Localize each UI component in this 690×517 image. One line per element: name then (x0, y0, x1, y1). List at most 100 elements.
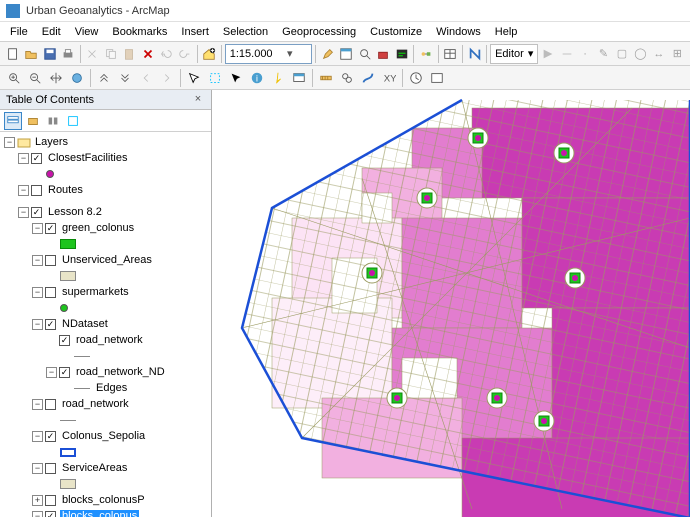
zoom-in-button[interactable] (4, 68, 24, 88)
open-button[interactable] (22, 44, 39, 64)
layer-blocks-colonus-p[interactable]: blocks_colonusP (60, 494, 147, 506)
menu-bookmarks[interactable]: Bookmarks (106, 24, 173, 40)
layer-closestfacilities[interactable]: ClosestFacilities (46, 152, 129, 164)
expand-icon[interactable]: − (32, 223, 43, 234)
edit-tool-7[interactable]: ↔ (650, 44, 667, 64)
layer-blocks-colonus[interactable]: blocks_colonus (60, 510, 139, 517)
layer-checkbox[interactable] (45, 255, 56, 266)
toc-root[interactable]: Layers (33, 136, 70, 148)
scale-dropdown-icon[interactable]: ▾ (273, 47, 307, 60)
goto-xy-button[interactable]: XY (379, 68, 399, 88)
expand-icon[interactable]: − (32, 431, 43, 442)
menu-selection[interactable]: Selection (217, 24, 274, 40)
undo-button[interactable] (158, 44, 175, 64)
identify-button[interactable]: i (247, 68, 267, 88)
print-button[interactable] (59, 44, 76, 64)
save-button[interactable] (41, 44, 58, 64)
layer-road-network-2[interactable]: road_network (60, 398, 131, 410)
layer-supermarkets[interactable]: supermarkets (60, 286, 131, 298)
new-button[interactable] (4, 44, 21, 64)
toc-tab-source[interactable] (24, 112, 42, 130)
hyperlink-button[interactable] (268, 68, 288, 88)
edit-tool-5[interactable]: ▢ (613, 44, 630, 64)
toc-tab-drawing-order[interactable] (4, 112, 22, 130)
pan-button[interactable] (46, 68, 66, 88)
edit-tool-1[interactable] (539, 44, 556, 64)
paste-button[interactable] (121, 44, 138, 64)
layer-checkbox[interactable] (31, 185, 42, 196)
map-canvas[interactable] (212, 90, 690, 517)
layer-checkbox[interactable] (45, 319, 56, 330)
add-data-button[interactable] (200, 44, 217, 64)
layer-checkbox[interactable] (45, 463, 56, 474)
menu-customize[interactable]: Customize (364, 24, 428, 40)
expand-icon[interactable]: − (4, 137, 15, 148)
layer-unserviced[interactable]: Unserviced_Areas (60, 254, 154, 266)
expand-icon[interactable]: − (32, 511, 43, 517)
model-builder-button[interactable] (417, 44, 434, 64)
expand-icon[interactable]: − (32, 287, 43, 298)
table-button[interactable] (441, 44, 458, 64)
full-extent-button[interactable] (67, 68, 87, 88)
edit-tool-8[interactable]: ⊞ (669, 44, 686, 64)
layer-checkbox[interactable] (59, 367, 70, 378)
expand-icon[interactable]: − (32, 399, 43, 410)
menu-insert[interactable]: Insert (175, 24, 215, 40)
expand-icon[interactable]: − (32, 463, 43, 474)
html-popup-button[interactable] (289, 68, 309, 88)
menu-view[interactable]: View (69, 24, 105, 40)
edit-tool-3[interactable]: · (576, 44, 593, 64)
scale-input[interactable]: 1:15.000 ▾ (225, 44, 312, 64)
delete-button[interactable] (139, 44, 156, 64)
fixed-zoom-out-button[interactable] (115, 68, 135, 88)
editor-toolbar-button[interactable] (319, 44, 336, 64)
clear-selection-button[interactable] (205, 68, 225, 88)
layer-checkbox[interactable] (31, 153, 42, 164)
menu-geoprocessing[interactable]: Geoprocessing (276, 24, 362, 40)
layer-green-colonus[interactable]: green_colonus (60, 222, 136, 234)
redo-button[interactable] (176, 44, 193, 64)
fixed-zoom-in-button[interactable] (94, 68, 114, 88)
expand-icon[interactable]: − (18, 207, 29, 218)
layer-checkbox[interactable] (59, 335, 70, 346)
edit-tool-2[interactable] (558, 44, 575, 64)
expand-icon[interactable]: − (18, 153, 29, 164)
expand-icon[interactable]: − (32, 319, 43, 330)
layer-road-network-nd[interactable]: road_network_ND (74, 366, 167, 378)
layer-checkbox[interactable] (45, 495, 56, 506)
find-button[interactable] (337, 68, 357, 88)
copy-button[interactable] (102, 44, 119, 64)
layer-road-network-1[interactable]: road_network (74, 334, 145, 346)
menu-help[interactable]: Help (489, 24, 524, 40)
arc-toolbox-button[interactable] (374, 44, 391, 64)
layer-colonus-sepolia[interactable]: Colonus_Sepolia (60, 430, 147, 442)
python-button[interactable] (393, 44, 410, 64)
layer-checkbox[interactable] (45, 399, 56, 410)
edit-tool-6[interactable]: ◯ (632, 44, 649, 64)
menu-windows[interactable]: Windows (430, 24, 487, 40)
layer-checkbox[interactable] (45, 223, 56, 234)
layer-routes[interactable]: Routes (46, 184, 85, 196)
map-view[interactable] (212, 90, 690, 517)
select-elements-button[interactable] (226, 68, 246, 88)
zoom-out-button[interactable] (25, 68, 45, 88)
cut-button[interactable] (84, 44, 101, 64)
viewer-window-button[interactable] (427, 68, 447, 88)
search-button[interactable] (356, 44, 373, 64)
find-route-button[interactable] (358, 68, 378, 88)
editor-dropdown[interactable]: Editor ▾ (490, 44, 538, 64)
layer-checkbox[interactable] (45, 511, 56, 517)
measure-button[interactable] (316, 68, 336, 88)
layer-checkbox[interactable] (45, 431, 56, 442)
layer-ndataset[interactable]: NDataset (60, 318, 110, 330)
menu-file[interactable]: File (4, 24, 34, 40)
layer-edges[interactable]: Edges (94, 382, 129, 394)
layer-serviceareas[interactable]: ServiceAreas (60, 462, 129, 474)
na-button[interactable] (466, 44, 483, 64)
toc-tree[interactable]: −Layers −ClosestFacilities −Routes −Less… (0, 132, 211, 517)
layer-checkbox[interactable] (31, 207, 42, 218)
menu-edit[interactable]: Edit (36, 24, 67, 40)
time-slider-button[interactable] (406, 68, 426, 88)
select-features-button[interactable] (184, 68, 204, 88)
expand-icon[interactable]: − (32, 255, 43, 266)
